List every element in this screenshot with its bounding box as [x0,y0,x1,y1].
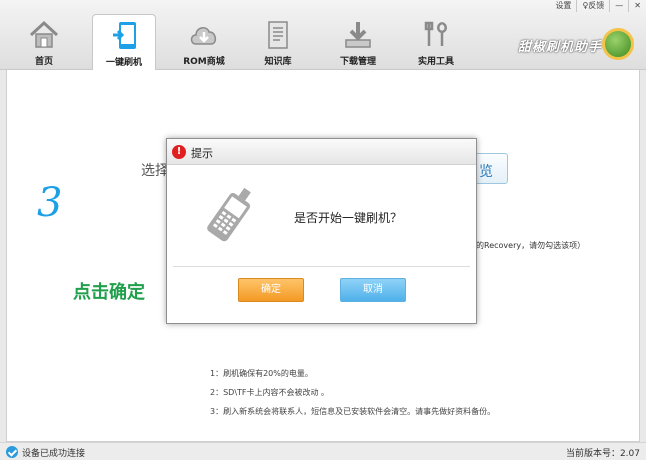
note-item: 3：刷入新系统会将联系人，短信息及已安装软件会清空。请事先做好资料备份。 [210,407,496,416]
android-logo-icon [602,28,634,60]
cloud-download-icon [190,27,217,45]
dialog-divider [173,266,470,267]
settings-link[interactable]: 设置 [550,0,576,12]
recovery-note: 用的Recovery，请勿勾选该项） [468,241,586,250]
connection-status: 设备已成功连接 [22,449,86,459]
top-toolbar: 设置 ♀反馈 — ✕ 首页 一键刷机 ROM商城 知识库 下载管理 实用工具 甜… [0,0,646,71]
tab-utilities[interactable]: 实用工具 [404,14,468,70]
status-bar: 设备已成功连接 当前版本号：2.07 [0,442,646,460]
confirm-dialog: ! 提示 是否开始一键刷机？ 确定 取消 [166,138,477,324]
tab-rom-store-label: ROM商城 [183,57,225,67]
feedback-link[interactable]: ♀反馈 [576,0,609,12]
tab-utilities-label: 实用工具 [417,57,454,67]
phone-flash-icon [207,187,251,242]
select-label: 选择 [141,163,169,179]
brand-name: 甜椒刷机助手 [517,40,602,55]
tab-one-click-flash-label: 一键刷机 [105,58,142,68]
minimize-button[interactable]: — [609,0,628,12]
dialog-message: 是否开始一键刷机？ [294,211,403,225]
tools-icon [424,21,447,46]
cancel-button[interactable]: 取消 [340,278,406,302]
note-item: 1：刷机确保有20%的电量。 [210,369,313,378]
document-icon [268,21,288,49]
home-icon [29,20,59,48]
tab-rom-store[interactable]: ROM商城 [172,14,236,70]
notes-list: 1：刷机确保有20%的电量。 2：SD\TF卡上内容不会被改动 。 3：刷入新系… [210,364,495,421]
window-controls: 设置 ♀反馈 — ✕ [550,0,646,12]
warning-icon: ! [172,145,186,159]
dialog-titlebar: ! 提示 [167,139,476,165]
step-hint: 点击确定 [73,282,145,303]
browse-button-label: 览 [479,164,493,180]
tab-download-manager-label: 下载管理 [339,57,376,67]
tab-download-manager[interactable]: 下载管理 [326,14,390,70]
tab-knowledge-base-label: 知识库 [264,57,292,67]
dialog-title: 提示 [191,147,213,160]
tab-home-label: 首页 [34,57,53,67]
brand: 甜椒刷机助手 [510,24,638,64]
close-button[interactable]: ✕ [628,0,646,12]
tab-home[interactable]: 首页 [12,14,76,70]
confirm-button[interactable]: 确定 [238,278,304,302]
download-tray-icon [345,22,371,48]
flash-phone-icon [113,22,136,49]
tab-one-click-flash[interactable]: 一键刷机 [92,14,156,71]
tab-knowledge-base[interactable]: 知识库 [246,14,310,70]
note-item: 2：SD\TF卡上内容不会被改动 。 [210,388,330,397]
step-number: 3 [37,180,63,226]
version-label: 当前版本号：2.07 [565,449,640,459]
check-circle-icon [6,446,18,458]
